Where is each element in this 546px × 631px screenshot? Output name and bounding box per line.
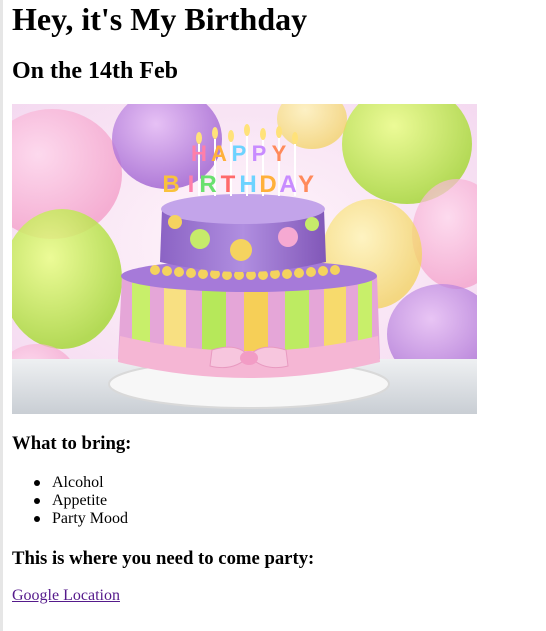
page-subtitle: On the 14th Feb [12, 58, 179, 84]
list-item: Party Mood [12, 510, 128, 528]
birthday-cake-image: H A P P Y B I R T H D A Y [12, 104, 477, 414]
svg-text:T: T [221, 171, 236, 198]
svg-text:Y: Y [272, 141, 287, 166]
svg-text:I: I [188, 171, 195, 198]
svg-text:R: R [199, 171, 216, 198]
svg-text:Y: Y [298, 171, 314, 198]
svg-text:D: D [259, 171, 276, 198]
page-title: Hey, it's My Birthday [12, 1, 308, 37]
google-location-link[interactable]: Google Location [12, 587, 120, 605]
what-to-bring-heading: What to bring: [12, 433, 132, 454]
svg-text:B: B [162, 171, 179, 198]
svg-text:P: P [252, 141, 267, 166]
svg-text:A: A [211, 141, 227, 166]
bring-list: Alcohol Appetite Party Mood [12, 474, 128, 528]
list-item: Alcohol [12, 474, 128, 492]
svg-text:A: A [279, 171, 296, 198]
svg-text:H: H [191, 141, 207, 166]
party-location-heading: This is where you need to come party: [12, 548, 315, 569]
svg-text:P: P [232, 141, 247, 166]
list-item: Appetite [12, 492, 128, 510]
svg-text:H: H [239, 171, 256, 198]
page-left-border [0, 0, 3, 631]
